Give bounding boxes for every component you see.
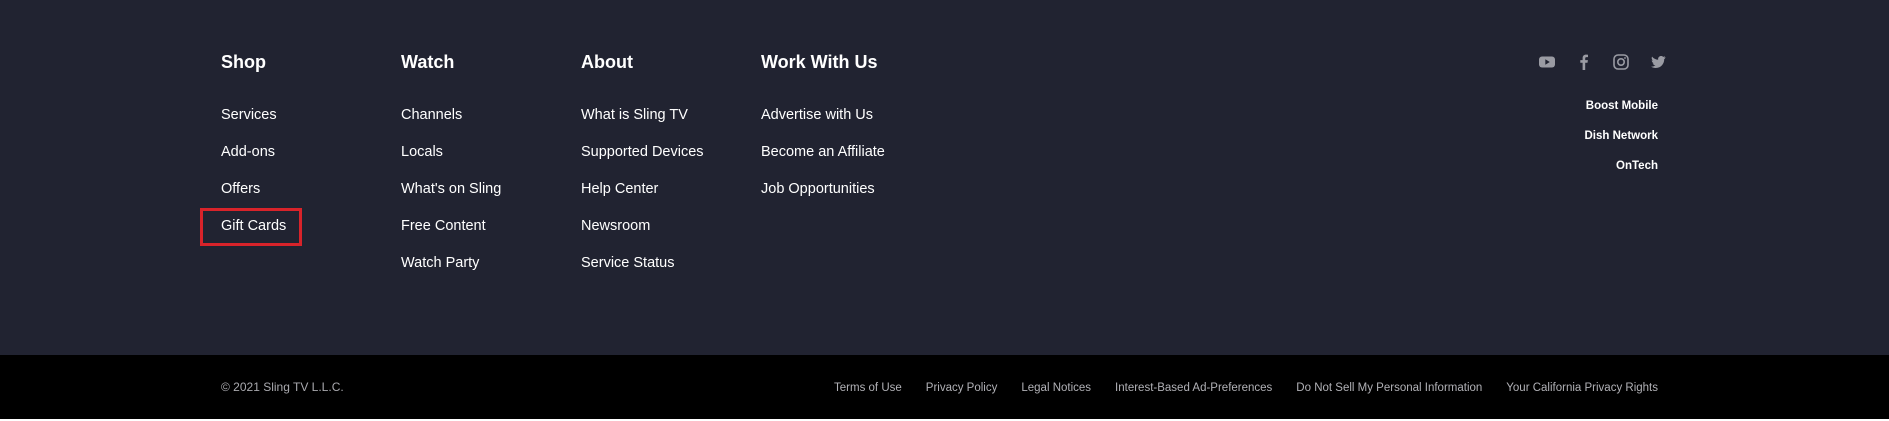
instagram-icon[interactable] — [1612, 53, 1630, 71]
legal-link-privacy-policy[interactable]: Privacy Policy — [926, 382, 998, 394]
legal-link-california-privacy-rights[interactable]: Your California Privacy Rights — [1506, 382, 1658, 394]
footer-link-supported-devices[interactable]: Supported Devices — [581, 143, 704, 161]
footer-link-newsroom[interactable]: Newsroom — [581, 217, 650, 235]
partner-link-boost-mobile[interactable]: Boost Mobile — [1585, 99, 1658, 129]
footer-column-watch: Watch Channels Locals What's on Sling Fr… — [401, 51, 501, 271]
footer-link-become-an-affiliate[interactable]: Become an Affiliate — [761, 143, 885, 161]
highlight-box — [200, 208, 302, 246]
footer-link-job-opportunities[interactable]: Job Opportunities — [761, 180, 875, 198]
footer-main: Shop Services Add-ons Offers Gift Cards … — [0, 0, 1889, 355]
footer-link-whats-on-sling[interactable]: What's on Sling — [401, 180, 501, 198]
social-links — [1538, 53, 1667, 71]
facebook-icon[interactable] — [1575, 53, 1593, 71]
footer-link-advertise-with-us[interactable]: Advertise with Us — [761, 106, 873, 124]
partner-links: Boost Mobile Dish Network OnTech — [1585, 99, 1659, 189]
youtube-icon[interactable] — [1538, 53, 1556, 71]
copyright-text: © 2021 Sling TV L.L.C. — [221, 380, 344, 394]
column-heading-work-with-us: Work With Us — [761, 52, 878, 72]
footer-column-about: About What is Sling TV Supported Devices… — [581, 51, 704, 271]
footer-column-work-with-us: Work With Us Advertise with Us Become an… — [761, 51, 885, 197]
footer-link-locals[interactable]: Locals — [401, 143, 443, 161]
partner-link-dish-network[interactable]: Dish Network — [1585, 129, 1659, 159]
footer-link-service-status[interactable]: Service Status — [581, 254, 675, 272]
footer-link-offers[interactable]: Offers — [221, 180, 260, 198]
column-heading-watch: Watch — [401, 52, 455, 72]
footer-link-channels[interactable]: Channels — [401, 106, 462, 124]
legal-link-interest-based-ad-preferences[interactable]: Interest-Based Ad-Preferences — [1115, 382, 1272, 394]
footer-link-add-ons[interactable]: Add-ons — [221, 143, 275, 161]
footer-link-what-is-sling-tv[interactable]: What is Sling TV — [581, 106, 688, 124]
legal-link-terms-of-use[interactable]: Terms of Use — [834, 382, 902, 394]
legal-links: Terms of Use Privacy Policy Legal Notice… — [834, 382, 1658, 394]
footer-column-shop: Shop Services Add-ons Offers Gift Cards — [221, 51, 286, 234]
twitter-icon[interactable] — [1649, 53, 1667, 71]
footer-link-watch-party[interactable]: Watch Party — [401, 254, 479, 272]
column-heading-shop: Shop — [221, 52, 266, 72]
legal-link-do-not-sell[interactable]: Do Not Sell My Personal Information — [1296, 382, 1482, 394]
partner-link-ontech[interactable]: OnTech — [1585, 159, 1658, 189]
footer-link-help-center[interactable]: Help Center — [581, 180, 658, 198]
footer-link-services[interactable]: Services — [221, 106, 277, 124]
footer-link-free-content[interactable]: Free Content — [401, 217, 486, 235]
column-heading-about: About — [581, 52, 633, 72]
legal-link-legal-notices[interactable]: Legal Notices — [1021, 382, 1091, 394]
